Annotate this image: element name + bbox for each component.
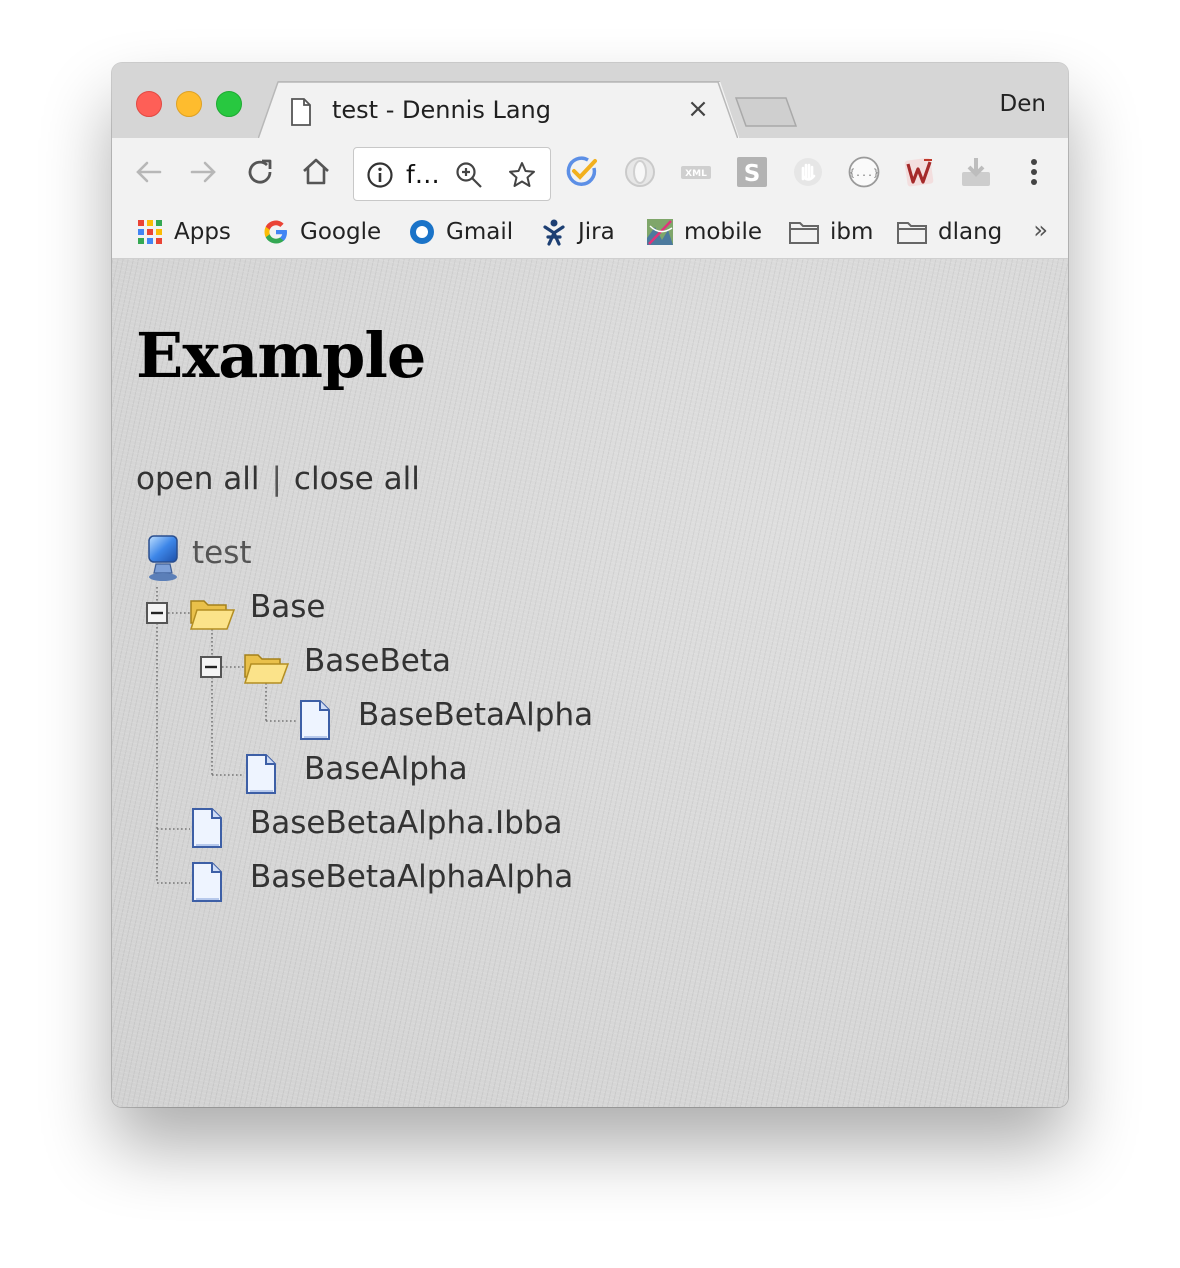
menu-dots-icon[interactable] xyxy=(1016,154,1052,190)
forward-arrow-icon[interactable] xyxy=(184,152,224,192)
open-folder-icon xyxy=(189,600,236,630)
url-text[interactable]: f… xyxy=(406,160,440,189)
bookmarks-overflow-icon[interactable]: » xyxy=(1033,216,1048,244)
tree-node-label[interactable]: BaseBeta xyxy=(304,643,451,679)
w-extension-icon[interactable] xyxy=(902,154,938,190)
page-icon xyxy=(192,808,222,848)
address-bar[interactable]: f… xyxy=(353,147,551,201)
folder-icon xyxy=(789,222,819,244)
bookmark-jira[interactable]: Jira xyxy=(540,206,615,258)
gmail-icon xyxy=(410,220,434,244)
bookmark-label: Apps xyxy=(174,219,231,245)
apps-grid-icon xyxy=(138,220,162,244)
zoom-window-button[interactable] xyxy=(216,91,242,117)
bookmark-mobile[interactable]: mobile xyxy=(646,206,762,258)
hand-stop-icon[interactable] xyxy=(790,154,826,190)
bookmark-apps[interactable]: Apps xyxy=(136,206,231,258)
json-viewer-icon[interactable]: {...} xyxy=(846,154,882,190)
bookmark-ibm[interactable]: ibm xyxy=(788,206,873,258)
computer-icon xyxy=(148,535,178,581)
close-window-button[interactable] xyxy=(136,91,162,117)
minimize-window-button[interactable] xyxy=(176,91,202,117)
download-tray-icon[interactable] xyxy=(958,154,994,190)
page-content: Example open all | close all test Base B… xyxy=(112,259,1068,1107)
tree-node-label[interactable]: Base xyxy=(250,589,326,625)
bookmark-dlang[interactable]: dlang xyxy=(896,206,1002,258)
collapse-minus-icon[interactable] xyxy=(146,602,168,624)
s-extension-icon[interactable]: S xyxy=(734,154,770,190)
bookmark-label: Jira xyxy=(578,219,615,245)
home-icon[interactable] xyxy=(296,152,336,192)
bookmark-gmail[interactable]: Gmail xyxy=(408,206,513,258)
new-tab-button[interactable] xyxy=(734,97,798,127)
todo-check-icon[interactable] xyxy=(564,154,600,190)
bookmark-label: mobile xyxy=(684,219,763,245)
tree-node-label[interactable]: BaseBetaAlpha.Ibba xyxy=(250,805,562,841)
bookmark-label: dlang xyxy=(938,219,1003,245)
page-icon xyxy=(291,98,311,126)
svg-text:S: S xyxy=(744,161,761,187)
tree-node-label[interactable]: BaseAlpha xyxy=(304,751,468,787)
page-icon xyxy=(246,754,276,794)
page-icon xyxy=(192,862,222,902)
tab-strip: test - Dennis Lang × Den xyxy=(112,63,1068,139)
reload-icon[interactable] xyxy=(240,152,280,192)
bookmark-label: Gmail xyxy=(446,219,514,245)
bookmarks-bar: Apps Google Gmail Jira mobile ibm dlang … xyxy=(112,206,1068,259)
tab-title: test - Dennis Lang xyxy=(332,96,551,124)
tree-root-label[interactable]: test xyxy=(192,535,252,571)
bookmark-google[interactable]: Google xyxy=(262,206,381,258)
info-icon[interactable] xyxy=(366,161,394,189)
profile-name[interactable]: Den xyxy=(1000,91,1046,117)
toolbar: f… XML S {...} xyxy=(112,138,1068,206)
google-icon xyxy=(264,220,287,244)
xml-icon[interactable]: XML xyxy=(678,154,714,190)
bookmark-star-icon[interactable] xyxy=(507,160,537,190)
svg-text:{...}: {...} xyxy=(849,168,879,179)
tree-node-label[interactable]: BaseBetaAlpha xyxy=(358,697,593,733)
back-arrow-icon[interactable] xyxy=(128,152,168,192)
bookmark-label: ibm xyxy=(830,219,874,245)
bookmark-label: Google xyxy=(300,219,382,245)
browser-window: test - Dennis Lang × Den f… XML S {...} … xyxy=(112,63,1068,1107)
opera-like-icon[interactable] xyxy=(622,154,658,190)
page-icon xyxy=(300,700,330,740)
jira-icon xyxy=(543,219,565,246)
image-icon xyxy=(647,219,673,245)
zoom-icon[interactable] xyxy=(454,160,484,190)
collapse-minus-icon[interactable] xyxy=(200,656,222,678)
tree-node-label[interactable]: BaseBetaAlphaAlpha xyxy=(250,859,573,895)
open-folder-icon xyxy=(243,654,290,684)
tab-close-icon[interactable]: × xyxy=(684,95,712,123)
folder-icon xyxy=(897,222,927,244)
svg-text:XML: XML xyxy=(685,169,707,179)
